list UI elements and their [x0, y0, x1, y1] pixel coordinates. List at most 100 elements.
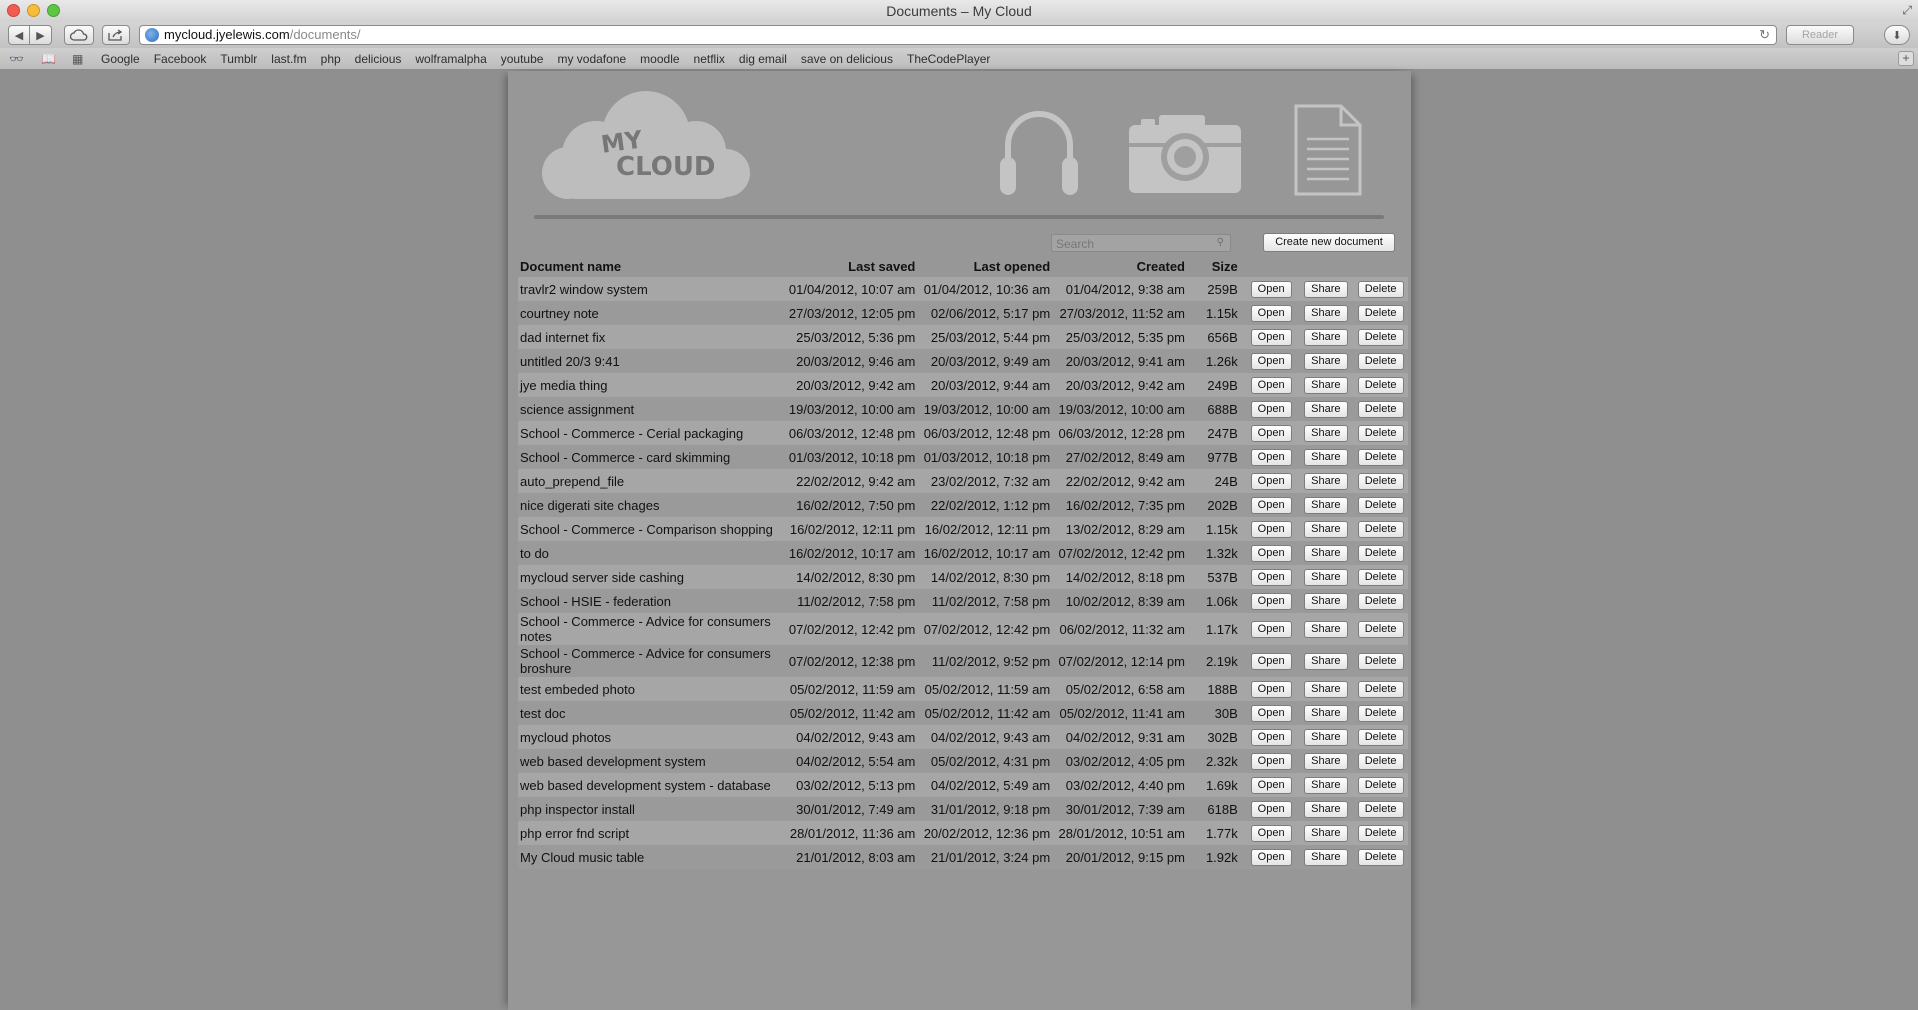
bookmark-item[interactable]: last.fm [271, 52, 306, 66]
open-button[interactable]: Open [1250, 473, 1292, 490]
open-button[interactable]: Open [1250, 621, 1292, 638]
reading-list-icon[interactable]: 👓 [9, 52, 24, 66]
search-field[interactable]: ⚲ [1051, 234, 1231, 252]
column-header-size[interactable]: Size [1187, 255, 1244, 277]
share-page-button[interactable] [102, 25, 130, 45]
icloud-tabs-button[interactable] [64, 25, 94, 45]
downloads-button[interactable]: ⬇ [1884, 25, 1910, 45]
open-button[interactable]: Open [1250, 329, 1292, 346]
share-button[interactable]: Share [1304, 653, 1348, 670]
reload-icon[interactable]: ↻ [1759, 26, 1770, 44]
bookmark-item[interactable]: php [321, 52, 341, 66]
delete-button[interactable]: Delete [1357, 401, 1404, 418]
open-button[interactable]: Open [1250, 521, 1292, 538]
share-button[interactable]: Share [1304, 425, 1348, 442]
bookmark-item[interactable]: TheCodePlayer [907, 52, 990, 66]
delete-button[interactable]: Delete [1357, 425, 1404, 442]
open-button[interactable]: Open [1250, 377, 1292, 394]
share-button[interactable]: Share [1304, 825, 1348, 842]
share-button[interactable]: Share [1304, 449, 1348, 466]
address-bar[interactable]: mycloud.jyelewis.com/documents/ ↻ [139, 25, 1777, 45]
nav-music[interactable] [994, 101, 1084, 202]
delete-button[interactable]: Delete [1357, 621, 1404, 638]
open-button[interactable]: Open [1250, 849, 1292, 866]
delete-button[interactable]: Delete [1357, 801, 1404, 818]
delete-button[interactable]: Delete [1357, 729, 1404, 746]
open-button[interactable]: Open [1250, 425, 1292, 442]
fullscreen-icon[interactable]: ⤢ [1902, 3, 1912, 18]
delete-button[interactable]: Delete [1357, 653, 1404, 670]
column-header-last-opened[interactable]: Last opened [917, 255, 1052, 277]
create-new-document-button[interactable]: Create new document [1263, 233, 1395, 252]
open-button[interactable]: Open [1250, 449, 1292, 466]
open-button[interactable]: Open [1250, 777, 1292, 794]
open-button[interactable]: Open [1250, 569, 1292, 586]
share-button[interactable]: Share [1304, 729, 1348, 746]
share-button[interactable]: Share [1304, 497, 1348, 514]
open-button[interactable]: Open [1250, 545, 1292, 562]
delete-button[interactable]: Delete [1357, 521, 1404, 538]
bookmark-item[interactable]: Google [101, 52, 140, 66]
search-input[interactable] [1052, 236, 1230, 252]
delete-button[interactable]: Delete [1357, 329, 1404, 346]
share-button[interactable]: Share [1304, 545, 1348, 562]
open-button[interactable]: Open [1250, 281, 1292, 298]
delete-button[interactable]: Delete [1357, 449, 1404, 466]
forward-button[interactable]: ▶ [30, 25, 52, 45]
share-button[interactable]: Share [1304, 281, 1348, 298]
share-button[interactable]: Share [1304, 621, 1348, 638]
delete-button[interactable]: Delete [1357, 681, 1404, 698]
bookmark-item[interactable]: wolframalpha [415, 52, 486, 66]
bookmark-item[interactable]: my vodafone [557, 52, 626, 66]
open-button[interactable]: Open [1250, 401, 1292, 418]
bookmark-item[interactable]: save on delicious [801, 52, 893, 66]
bookmark-item[interactable]: Facebook [154, 52, 207, 66]
open-button[interactable]: Open [1250, 593, 1292, 610]
delete-button[interactable]: Delete [1357, 305, 1404, 322]
bookmark-item[interactable]: youtube [501, 52, 544, 66]
open-button[interactable]: Open [1250, 353, 1292, 370]
add-bookmark-icon[interactable]: + [1898, 51, 1914, 66]
share-button[interactable]: Share [1304, 521, 1348, 538]
delete-button[interactable]: Delete [1357, 705, 1404, 722]
share-button[interactable]: Share [1304, 753, 1348, 770]
nav-photos[interactable] [1129, 113, 1241, 198]
bookmark-item[interactable]: Tumblr [220, 52, 257, 66]
open-button[interactable]: Open [1250, 801, 1292, 818]
delete-button[interactable]: Delete [1357, 545, 1404, 562]
delete-button[interactable]: Delete [1357, 353, 1404, 370]
open-button[interactable]: Open [1250, 305, 1292, 322]
delete-button[interactable]: Delete [1357, 825, 1404, 842]
column-header-name[interactable]: Document name [518, 255, 782, 277]
delete-button[interactable]: Delete [1357, 849, 1404, 866]
open-button[interactable]: Open [1250, 705, 1292, 722]
delete-button[interactable]: Delete [1357, 569, 1404, 586]
bookmark-item[interactable]: moodle [640, 52, 679, 66]
delete-button[interactable]: Delete [1357, 377, 1404, 394]
delete-button[interactable]: Delete [1357, 281, 1404, 298]
share-button[interactable]: Share [1304, 681, 1348, 698]
open-button[interactable]: Open [1250, 729, 1292, 746]
reader-button[interactable]: Reader [1786, 25, 1854, 45]
column-header-last-saved[interactable]: Last saved [782, 255, 918, 277]
bookmarks-book-icon[interactable]: 📖 [41, 52, 56, 66]
open-button[interactable]: Open [1250, 825, 1292, 842]
nav-documents[interactable] [1293, 103, 1363, 202]
share-button[interactable]: Share [1304, 473, 1348, 490]
share-button[interactable]: Share [1304, 593, 1348, 610]
bookmark-item[interactable]: netflix [694, 52, 725, 66]
back-button[interactable]: ◀ [8, 25, 30, 45]
bookmark-item[interactable]: delicious [355, 52, 402, 66]
open-button[interactable]: Open [1250, 681, 1292, 698]
share-button[interactable]: Share [1304, 777, 1348, 794]
top-sites-grid-icon[interactable]: ▦ [72, 52, 83, 66]
open-button[interactable]: Open [1250, 753, 1292, 770]
share-button[interactable]: Share [1304, 705, 1348, 722]
delete-button[interactable]: Delete [1357, 777, 1404, 794]
share-button[interactable]: Share [1304, 329, 1348, 346]
share-button[interactable]: Share [1304, 569, 1348, 586]
share-button[interactable]: Share [1304, 401, 1348, 418]
delete-button[interactable]: Delete [1357, 473, 1404, 490]
mycloud-logo[interactable]: MY CLOUD [536, 89, 756, 207]
delete-button[interactable]: Delete [1357, 593, 1404, 610]
